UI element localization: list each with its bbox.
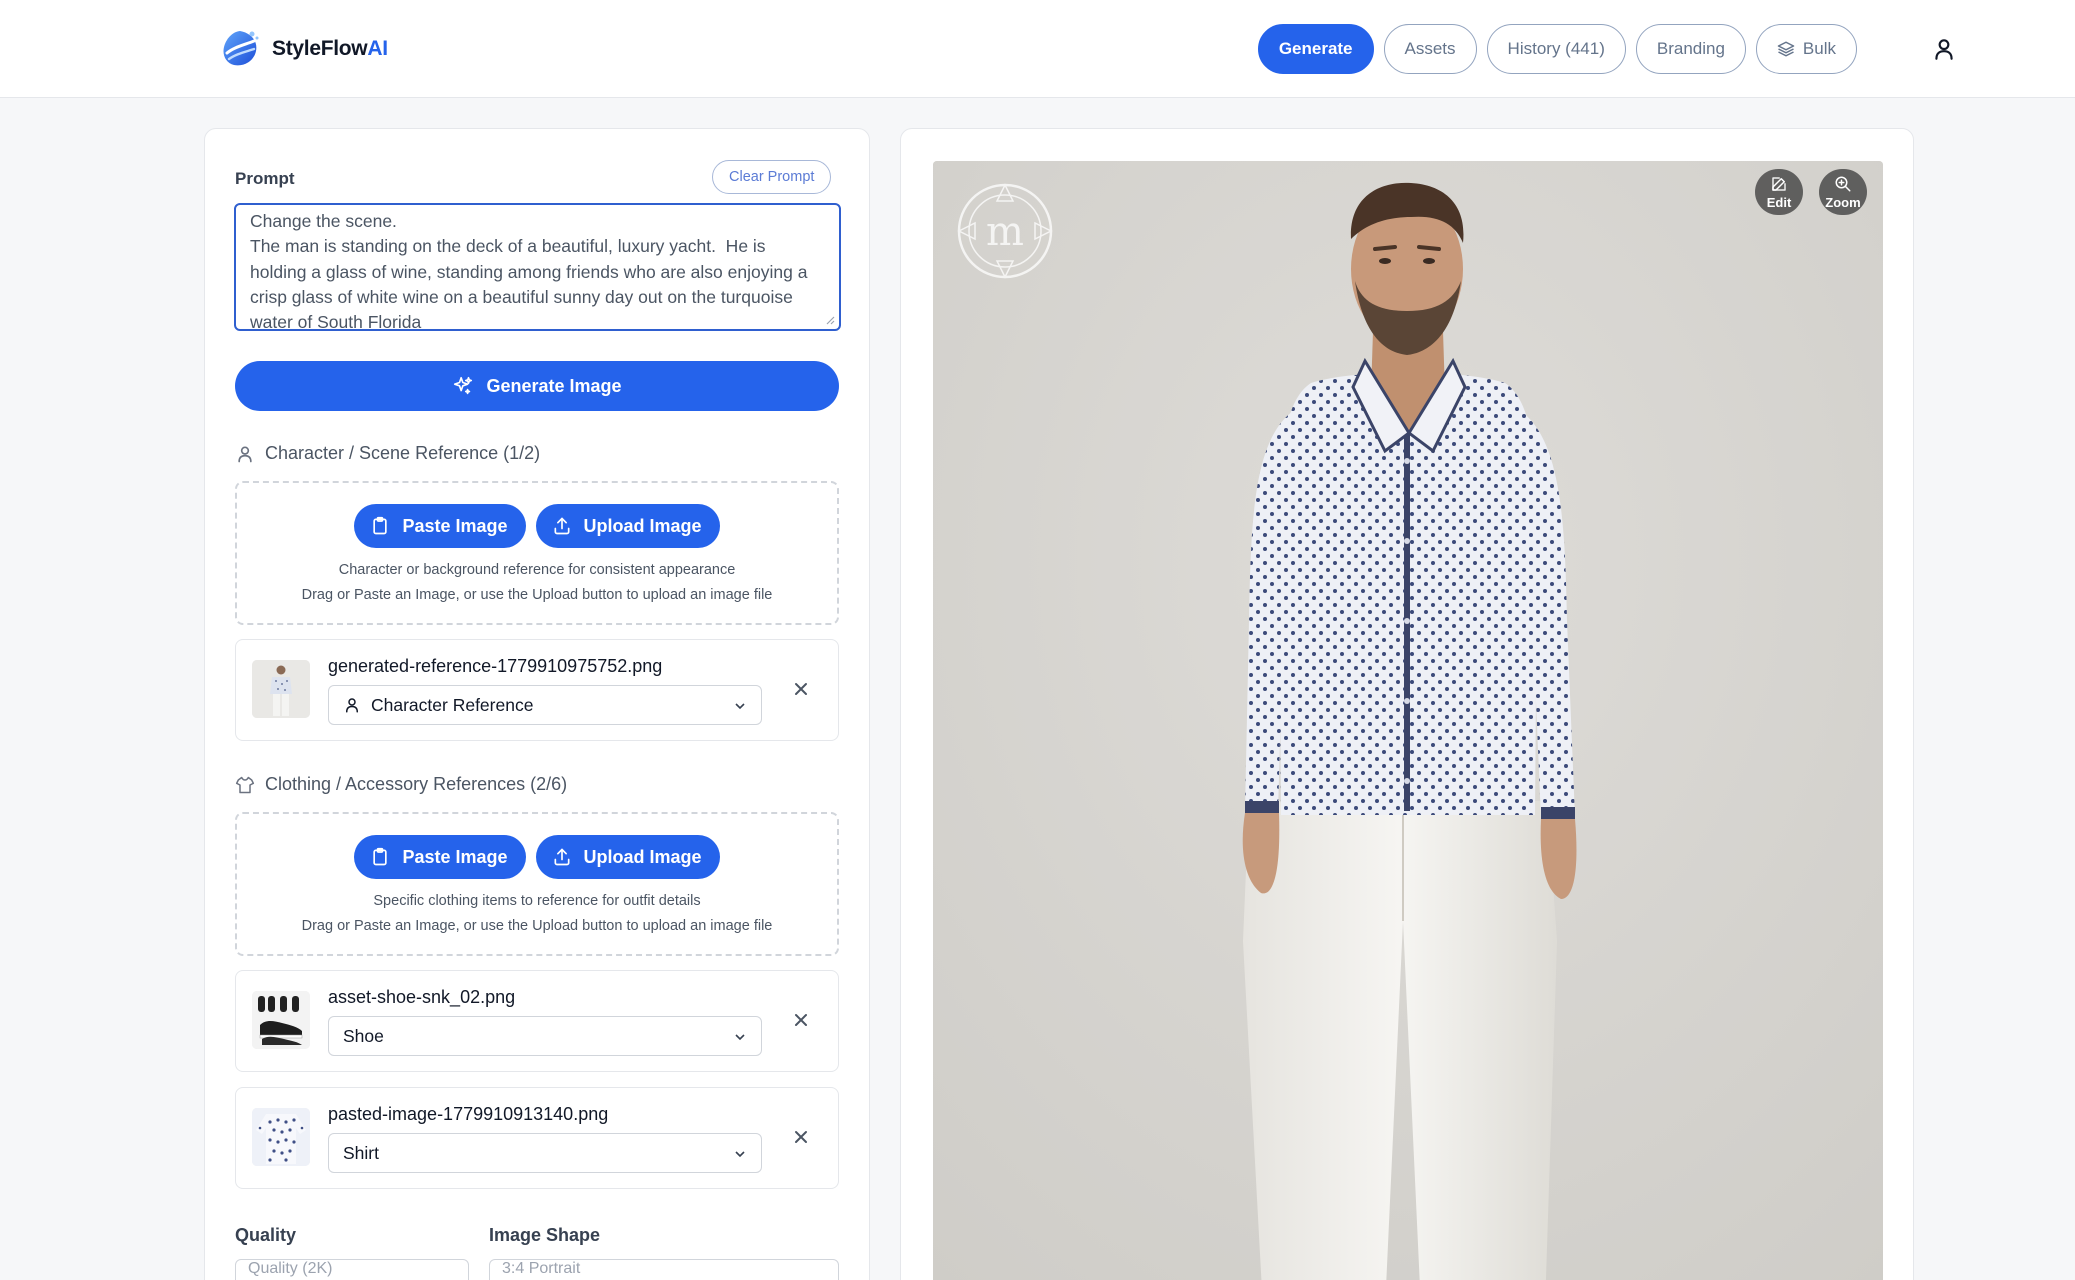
quality-value: Quality (2K)	[248, 1260, 333, 1277]
clothing-reference-card: pasted-image-1779910913140.png Shirt	[235, 1087, 839, 1189]
nav-history-button[interactable]: History (441)	[1486, 24, 1626, 74]
generated-image-preview[interactable]: m Edit Zoom	[933, 161, 1883, 1280]
person-icon	[346, 698, 358, 713]
chevron-down-icon	[735, 703, 745, 710]
generate-image-button[interactable]: Generate Image	[235, 361, 839, 411]
character-upload-image-button[interactable]: Upload Image	[535, 504, 720, 548]
shoe-reference-type-value: Shoe	[343, 1025, 384, 1046]
logo-icon	[223, 31, 259, 66]
chevron-down-icon	[735, 1151, 745, 1158]
character-section-title: Character / Scene Reference (1/2)	[265, 443, 541, 463]
character-section-heading: Character / Scene Reference (1/2)	[235, 443, 540, 464]
clothing-hint-secondary: Drag or Paste an Image, or use the Uploa…	[301, 918, 773, 934]
edit-icon	[1772, 176, 1786, 191]
top-bar: StyleFlowAI Generate Assets History (441…	[0, 0, 2075, 98]
zoom-label: Zoom	[1825, 194, 1861, 210]
person-icon	[238, 446, 252, 462]
clipboard-icon	[373, 847, 388, 866]
image-shape-label: Image Shape	[489, 1225, 601, 1245]
prompt-label: Prompt	[235, 169, 295, 188]
zoom-image-button[interactable]: Zoom	[1819, 169, 1867, 215]
user-account-icon[interactable]	[1931, 36, 1957, 62]
clothing-paste-label: Paste Image	[402, 846, 508, 867]
clothing-section-title: Clothing / Accessory References (2/6)	[265, 774, 568, 794]
character-reference-filename: generated-reference-1779910975752.png	[328, 656, 663, 676]
nav-bulk-label: Bulk	[1802, 39, 1836, 58]
nav-branding-button[interactable]: Branding	[1635, 24, 1746, 74]
nav-assets-button[interactable]: Assets	[1383, 24, 1477, 74]
character-reference-type-select[interactable]: Character Reference	[328, 685, 762, 725]
prompt-textarea[interactable]: Change the scene. The man is standing on…	[234, 203, 841, 331]
shirt-icon	[235, 776, 255, 793]
shoe-reference-thumbnail	[252, 991, 310, 1049]
character-hint-secondary: Drag or Paste an Image, or use the Uploa…	[301, 587, 773, 603]
clothing-reference-card: asset-shoe-snk_02.png Shoe	[235, 970, 839, 1072]
main-nav: Generate Assets History (441) Branding B…	[1257, 24, 1857, 74]
edit-label: Edit	[1766, 194, 1792, 210]
zoom-in-icon	[1835, 176, 1851, 191]
nav-bulk-button[interactable]: Bulk	[1755, 24, 1857, 74]
clothing-upload-label: Upload Image	[583, 846, 702, 867]
clothing-dropzone[interactable]: Paste Image Upload Image Specific clothi…	[235, 812, 839, 956]
clothing-hint-primary: Specific clothing items to reference for…	[373, 893, 701, 909]
remove-shoe-reference-icon[interactable]	[792, 1011, 810, 1029]
app-name: StyleFlowAI	[272, 37, 388, 60]
character-paste-label: Paste Image	[402, 515, 508, 536]
character-dropzone[interactable]: Paste Image Upload Image Character or ba…	[235, 481, 839, 625]
quality-label: Quality	[235, 1225, 297, 1245]
generation-controls-panel: Prompt Clear Prompt Change the scene. Th…	[204, 128, 870, 1280]
quality-select[interactable]: Quality (2K)	[235, 1259, 469, 1280]
remove-shirt-reference-icon[interactable]	[792, 1128, 810, 1146]
shirt-reference-thumbnail	[252, 1108, 310, 1166]
shirt-reference-type-select[interactable]: Shirt	[328, 1133, 762, 1173]
upload-icon	[554, 517, 570, 535]
character-upload-label: Upload Image	[583, 515, 702, 536]
shoe-reference-filename: asset-shoe-snk_02.png	[328, 987, 516, 1007]
shirt-reference-filename: pasted-image-1779910913140.png	[328, 1104, 609, 1124]
shoe-reference-type-select[interactable]: Shoe	[328, 1016, 762, 1056]
character-paste-image-button[interactable]: Paste Image	[354, 504, 526, 548]
upload-icon	[554, 848, 570, 866]
svg-text:m: m	[986, 209, 1024, 255]
clothing-paste-image-button[interactable]: Paste Image	[354, 835, 526, 879]
clothing-section-heading: Clothing / Accessory References (2/6)	[235, 774, 567, 795]
clear-prompt-button[interactable]: Clear Prompt	[712, 160, 832, 194]
clothing-upload-image-button[interactable]: Upload Image	[535, 835, 720, 879]
resize-grip-icon[interactable]	[825, 315, 835, 325]
edit-image-button[interactable]: Edit	[1755, 169, 1803, 215]
shirt-reference-type-value: Shirt	[343, 1142, 379, 1163]
app-logo[interactable]: StyleFlowAI	[218, 27, 388, 71]
character-reference-thumbnail	[252, 660, 310, 718]
sparkles-icon	[454, 376, 473, 395]
clipboard-icon	[373, 516, 388, 535]
character-hint-primary: Character or background reference for co…	[338, 562, 736, 578]
image-shape-select[interactable]: 3:4 Portrait	[489, 1259, 839, 1280]
image-shape-value: 3:4 Portrait	[502, 1260, 581, 1277]
remove-character-reference-icon[interactable]	[792, 680, 810, 698]
prompt-text: Change the scene. The man is standing on…	[250, 211, 808, 331]
chevron-down-icon	[735, 1034, 745, 1041]
character-reference-card: generated-reference-1779910975752.png Ch…	[235, 639, 839, 741]
character-reference-type-value: Character Reference	[371, 694, 534, 715]
layers-icon	[1777, 41, 1795, 57]
generate-image-label: Generate Image	[486, 375, 622, 396]
generated-model-image: m	[933, 161, 1883, 1280]
preview-panel: m Edit Zoom	[900, 128, 1914, 1280]
nav-generate-button[interactable]: Generate	[1257, 24, 1374, 74]
